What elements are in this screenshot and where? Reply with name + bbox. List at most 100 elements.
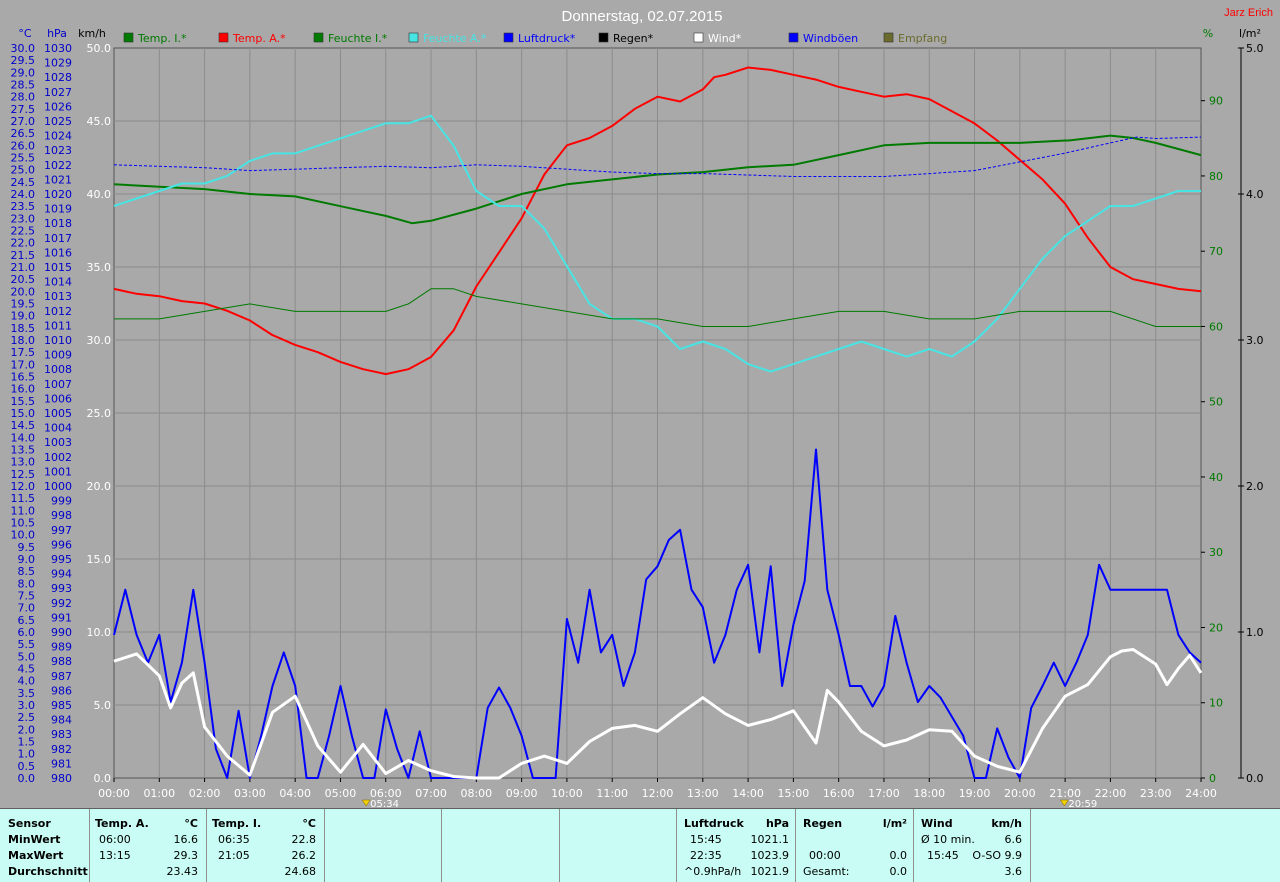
pressure-tick-label: 1004 [44,422,72,435]
pressure-tick-label: 991 [51,611,72,624]
temp-tick-label: 20.5 [11,273,36,286]
stats-temp-a-title: Temp. A. [95,817,149,830]
pressure-tick-label: 1014 [44,276,72,289]
stats-temp-i-min-value: 22.8 [291,833,317,846]
temp-tick-label: 8.5 [18,565,36,578]
pressure-tick-label: 990 [51,626,72,639]
pressure-tick-label: 985 [51,699,72,712]
stats-wind-avg10-value: 6.6 [1004,833,1023,846]
stats-druck-max-value: 1023.9 [750,849,790,862]
sunset-icon [1059,799,1069,807]
pressure-tick-label: 1008 [44,363,72,376]
x-tick-label: 03:00 [234,787,266,800]
unit-celsius: °C [18,27,32,40]
stats-regen-total-value: 0.0 [889,865,908,878]
stats-col-regen: Regen l/m² 00:00 0.0 Gesamt: 0.0 [795,809,914,882]
pressure-tick-label: 1023 [44,144,72,157]
pressure-tick-label: 1024 [44,130,72,143]
stats-temp-a-max-time: 13:15 [99,849,131,862]
temp-tick-label: 25.0 [11,164,36,177]
stats-regen-total-label: Gesamt: [803,865,850,878]
x-tick-label: 24:00 [1185,787,1217,800]
humidity-tick-label: 10 [1209,697,1223,710]
stats-temp-a-unit: °C [184,817,198,830]
pressure-tick-label: 1003 [44,436,72,449]
legend-label-temp-i: Temp. I.* [137,32,187,45]
sunrise-icon [361,799,371,807]
temp-tick-label: 11.0 [11,504,36,517]
temp-tick-label: 1.5 [18,736,36,749]
x-tick-label: 20:00 [1004,787,1036,800]
pressure-tick-label: 1015 [44,261,72,274]
pressure-tick-label: 996 [51,538,72,551]
weather-chart: 00:00 01:00 02:00 03:00 04:00 05:00 06:00 07:00… [11,7,1274,808]
stats-regen-max-value: 0.0 [889,849,908,862]
x-tick-label: 07:00 [415,787,447,800]
pressure-tick-label: 980 [51,772,72,785]
pressure-tick-label: 1007 [44,378,72,391]
stats-row-label-max: MaxWert [8,849,64,862]
x-tick-label: 22:00 [1095,787,1127,800]
stats-sensor-title: Sensor [8,817,51,830]
x-tick-label: 15:00 [778,787,810,800]
legend-swatch-feuchte-i [313,32,324,43]
stats-wind-max-value: O-SO 9.9 [972,849,1022,862]
legend: Temp. I.* Temp. A.* Feuchte I.* Feuchte A.*… [123,32,947,45]
pressure-tick-label: 1011 [44,319,72,332]
pressure-tick-label: 1010 [44,334,72,347]
temp-tick-label: 3.5 [18,687,36,700]
temp-tick-label: 19.5 [11,298,36,311]
temp-tick-label: 23.0 [11,212,36,225]
legend-label-feuchte-i: Feuchte I.* [328,32,388,45]
temp-tick-label: 21.5 [11,249,36,262]
stats-wind-avg-value: 3.6 [1004,865,1023,878]
stats-wind-unit: km/h [991,817,1022,830]
stats-col-sensor: Sensor MinWert MaxWert Durchschnitt [0,809,90,882]
wind-tick-label: 40.0 [87,188,112,201]
stats-wind-max-time: 15:45 [927,849,959,862]
stats-temp-i-avg-value: 24.68 [284,865,317,878]
temp-tick-label: 14.0 [11,431,36,444]
x-tick-label: 19:00 [959,787,991,800]
pressure-tick-label: 1030 [44,42,72,55]
x-tick-label: 14:00 [732,787,764,800]
stats-temp-a-avg-value: 23.43 [166,865,199,878]
humidity-tick-label: 60 [1209,320,1223,333]
pressure-tick-label: 997 [51,524,72,537]
temp-tick-label: 28.0 [11,91,36,104]
sun-markers: 05:34 20:59 [361,799,1097,808]
temp-tick-label: 27.5 [11,103,36,116]
statistics-panel: Sensor MinWert MaxWert Durchschnitt Temp… [0,808,1280,882]
pressure-tick-label: 1001 [44,465,72,478]
stats-druck-trend: ^0.9hPa/h [684,865,742,878]
x-tick-label: 00:00 [98,787,130,800]
x-tick-label: 18:00 [913,787,945,800]
pressure-tick-label: 1016 [44,246,72,259]
stats-col-empty-1 [324,809,442,882]
legend-swatch-wind [693,32,704,43]
wind-tick-label: 45.0 [87,115,112,128]
rain-tick-label: 2.0 [1246,480,1264,493]
pressure-tick-label: 986 [51,684,72,697]
humidity-tick-label: 30 [1209,546,1223,559]
humidity-tick-label: 80 [1209,170,1223,183]
pressure-tick-label: 988 [51,655,72,668]
pressure-tick-label: 1006 [44,392,72,405]
sunset-label: 20:59 [1068,799,1097,808]
humidity-tick-label: 90 [1209,95,1223,108]
stats-temp-i-unit: °C [302,817,316,830]
pressure-tick-label: 1002 [44,451,72,464]
x-tick-label: 09:00 [506,787,538,800]
stats-col-wind: Wind km/h Ø 10 min. 6.6 15:45 O-SO 9.9 3… [913,809,1031,882]
humidity-tick-label: 40 [1209,471,1223,484]
pressure-tick-label: 994 [51,568,72,581]
temp-tick-label: 4.5 [18,663,36,676]
pressure-tick-label: 1025 [44,115,72,128]
pressure-tick-label: 992 [51,597,72,610]
stats-temp-a-min-time: 06:00 [99,833,131,846]
pressure-tick-label: 984 [51,714,72,727]
wind-tick-label: 35.0 [87,261,112,274]
temp-tick-label: 6.0 [18,626,36,639]
x-tick-label: 23:00 [1140,787,1172,800]
stats-regen-unit: l/m² [882,817,907,830]
